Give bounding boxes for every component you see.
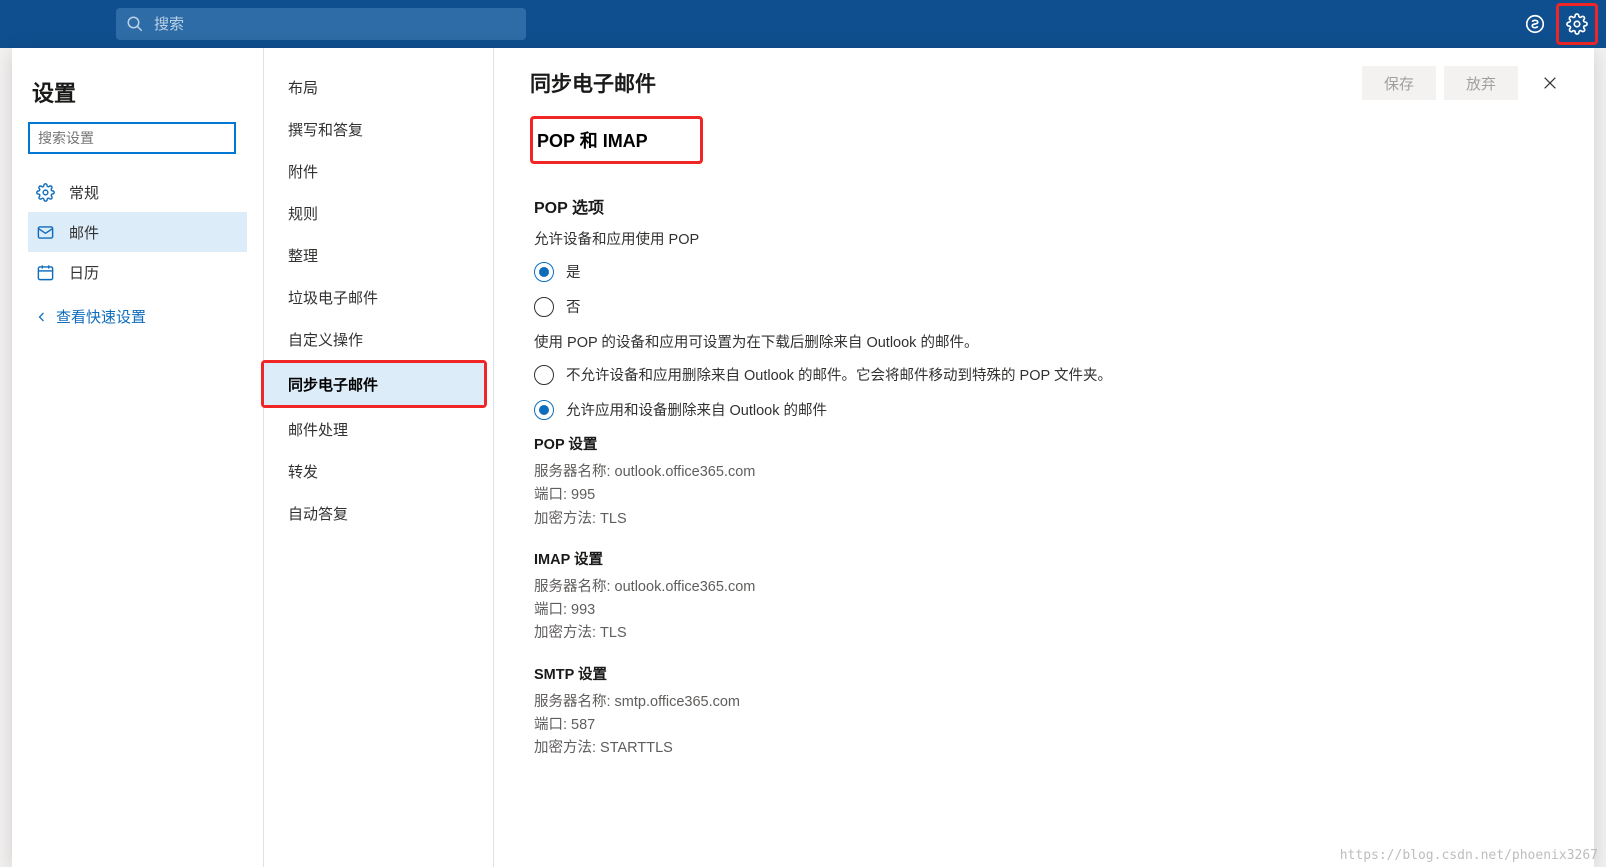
sub-sync-email[interactable]: 同步电子邮件 (264, 363, 484, 405)
pop-delete-allow[interactable]: 允许应用和设备删除来自 Outlook 的邮件 (534, 399, 1572, 420)
gear-icon (36, 183, 55, 202)
smtp-port: 端口: 587 (534, 714, 1572, 737)
sub-sweep[interactable]: 整理 (264, 234, 493, 276)
smtp-server: 服务器名称: smtp.office365.com (534, 691, 1572, 714)
sub-auto-reply[interactable]: 自动答复 (264, 492, 493, 534)
pop-port: 端口: 995 (534, 484, 1572, 507)
page-title: 同步电子邮件 (530, 68, 656, 98)
search-icon (126, 15, 144, 33)
skype-icon[interactable] (1514, 3, 1556, 45)
radio-icon (534, 262, 554, 282)
sub-attachments[interactable]: 附件 (264, 150, 493, 192)
radio-label: 否 (566, 296, 581, 317)
imap-port: 端口: 993 (534, 599, 1572, 622)
category-panel: 设置 常规 邮件 日历 查看快速设置 (12, 48, 264, 867)
sub-custom-actions[interactable]: 自定义操作 (264, 318, 493, 360)
quick-settings-label: 查看快速设置 (56, 306, 146, 327)
global-search-input[interactable] (154, 16, 516, 33)
settings-title: 设置 (32, 76, 247, 108)
imap-settings-block: IMAP 设置 服务器名称: outlook.office365.com 端口:… (534, 549, 1572, 646)
pop-delete-desc: 使用 POP 的设备和应用可设置为在下载后删除来自 Outlook 的邮件。 (534, 331, 1572, 352)
main-content[interactable]: POP 和 IMAP POP 选项 允许设备和应用使用 POP 是 否 使用 P… (494, 112, 1594, 867)
smtp-enc: 加密方法: STARTTLS (534, 737, 1572, 760)
pop-server: 服务器名称: outlook.office365.com (534, 461, 1572, 484)
watermark: https://blog.csdn.net/phoenix3267 (1340, 848, 1598, 863)
category-general[interactable]: 常规 (28, 172, 247, 212)
mail-icon (36, 223, 55, 242)
discard-button[interactable]: 放弃 (1444, 66, 1518, 100)
smtp-settings-block: SMTP 设置 服务器名称: smtp.office365.com 端口: 58… (534, 664, 1572, 761)
pop-settings-block: POP 设置 服务器名称: outlook.office365.com 端口: … (534, 434, 1572, 531)
settings-gear-button[interactable] (1556, 3, 1598, 45)
settings-search-input[interactable] (28, 122, 236, 154)
pop-settings-head: POP 设置 (534, 434, 1572, 457)
main-header: 同步电子邮件 保存 放弃 (494, 48, 1594, 112)
radio-icon (534, 365, 554, 385)
sub-junk[interactable]: 垃圾电子邮件 (264, 276, 493, 318)
sub-rules[interactable]: 规则 (264, 192, 493, 234)
imap-enc: 加密方法: TLS (534, 622, 1572, 645)
settings-modal: 设置 常规 邮件 日历 查看快速设置 布局 撰写和答复 附件 规则 整理 (12, 48, 1594, 867)
save-button[interactable]: 保存 (1362, 66, 1436, 100)
radio-label: 允许应用和设备删除来自 Outlook 的邮件 (566, 399, 827, 420)
category-label: 常规 (69, 182, 99, 203)
main-panel: 同步电子邮件 保存 放弃 POP 和 IMAP POP 选项 允许设备和应用使用… (494, 48, 1594, 867)
sub-compose[interactable]: 撰写和答复 (264, 108, 493, 150)
imap-server: 服务器名称: outlook.office365.com (534, 576, 1572, 599)
pop-delete-no[interactable]: 不允许设备和应用删除来自 Outlook 的邮件。它会将邮件移动到特殊的 POP… (534, 364, 1572, 385)
sub-layout[interactable]: 布局 (264, 66, 493, 108)
pop-allow-label: 允许设备和应用使用 POP (534, 228, 1572, 249)
close-button[interactable] (1528, 66, 1572, 100)
category-label: 邮件 (69, 222, 99, 243)
category-mail[interactable]: 邮件 (28, 212, 247, 252)
quick-settings-link[interactable]: 查看快速设置 (28, 306, 247, 327)
submenu-panel: 布局 撰写和答复 附件 规则 整理 垃圾电子邮件 自定义操作 同步电子邮件 邮件… (264, 48, 494, 867)
radio-label: 是 (566, 261, 581, 282)
imap-settings-head: IMAP 设置 (534, 549, 1572, 572)
category-calendar[interactable]: 日历 (28, 252, 247, 292)
chevron-left-icon (36, 311, 48, 323)
pop-allow-no[interactable]: 否 (534, 296, 1572, 317)
radio-icon (534, 297, 554, 317)
close-icon (1542, 75, 1558, 91)
pop-imap-heading: POP 和 IMAP (530, 116, 703, 164)
pop-options-head: POP 选项 (534, 194, 1572, 218)
pop-enc: 加密方法: TLS (534, 508, 1572, 531)
radio-icon (534, 400, 554, 420)
gear-icon (1566, 13, 1588, 35)
sub-message-handling[interactable]: 邮件处理 (264, 408, 493, 450)
topbar (0, 0, 1606, 48)
category-label: 日历 (69, 262, 99, 283)
smtp-settings-head: SMTP 设置 (534, 664, 1572, 687)
sub-forwarding[interactable]: 转发 (264, 450, 493, 492)
global-search[interactable] (116, 8, 526, 40)
radio-label: 不允许设备和应用删除来自 Outlook 的邮件。它会将邮件移动到特殊的 POP… (566, 364, 1112, 385)
pop-allow-yes[interactable]: 是 (534, 261, 1572, 282)
calendar-icon (36, 263, 55, 282)
